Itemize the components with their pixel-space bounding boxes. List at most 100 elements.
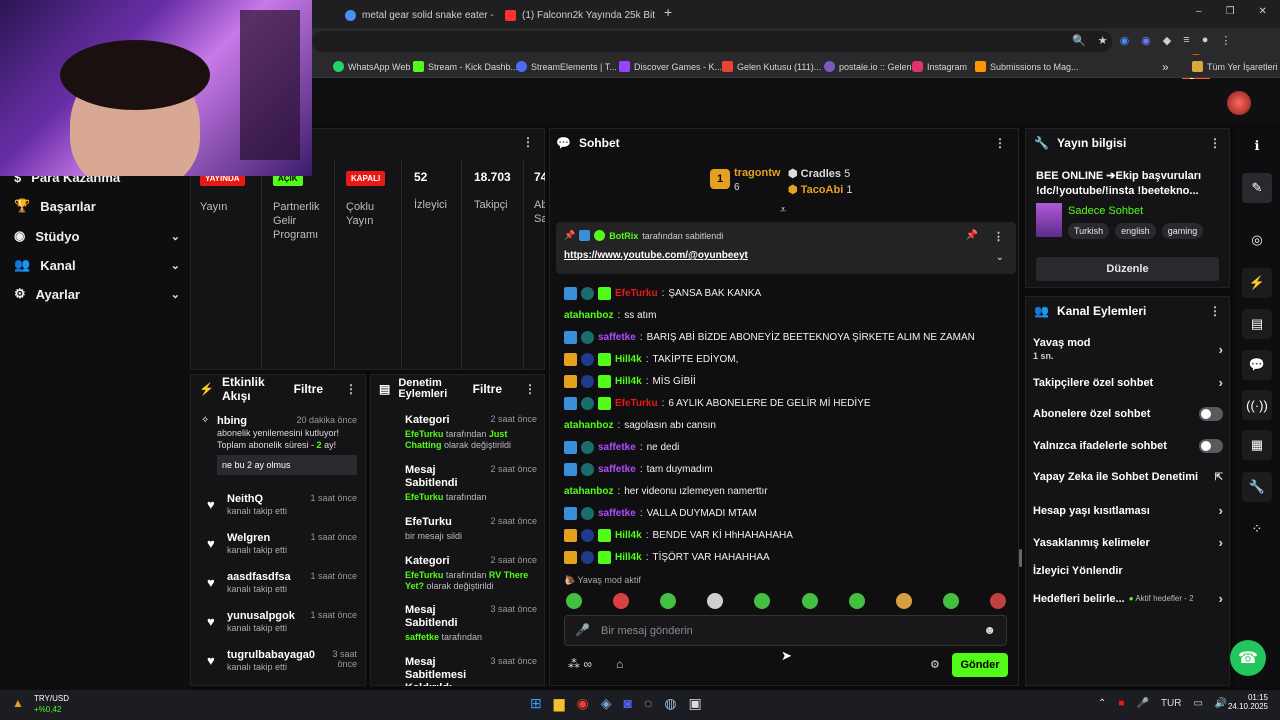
channel-action-item[interactable]: Takipçilere özel sohbet › — [1033, 375, 1223, 390]
apps-icon[interactable]: ⁘ — [1242, 514, 1272, 544]
chevron-up-icon[interactable]: ⌃ — [1098, 698, 1106, 709]
chevron-right-icon[interactable]: › — [1219, 342, 1223, 357]
chat-username[interactable]: Hill4k — [615, 376, 642, 387]
chat-username[interactable]: EfeTurku — [615, 398, 658, 409]
chevron-right-icon[interactable]: › — [1219, 591, 1223, 606]
emote-icon[interactable] — [707, 593, 724, 609]
sidebar-item-achievements[interactable]: 🏆 Başarılar — [14, 196, 180, 216]
extension-icon[interactable]: ◉ — [1120, 34, 1130, 47]
camera-icon[interactable]: ◎ — [1242, 225, 1272, 255]
panel-menu-icon[interactable]: ⋮ — [994, 136, 1006, 150]
avatar[interactable] — [1227, 91, 1251, 115]
wrench-icon[interactable]: 🔧 — [1242, 472, 1272, 502]
bookmark[interactable]: Stream - Kick Dashb... — [413, 58, 518, 75]
chrome-icon[interactable]: ◉ — [577, 695, 589, 712]
emote-icon[interactable] — [566, 593, 582, 609]
pencil-icon[interactable]: ✎ — [1242, 173, 1272, 203]
chat-settings-icon[interactable]: ⁂ ∞ — [568, 657, 592, 671]
address-input[interactable] — [312, 31, 1112, 52]
panel-menu-icon[interactable]: ⋮ — [1209, 136, 1221, 150]
chat-icon[interactable]: 💬 — [1242, 350, 1272, 380]
emote-icon[interactable] — [989, 593, 1006, 609]
bookmark[interactable]: Discover Games - K... — [619, 58, 722, 75]
notes-icon[interactable]: ▤ — [1242, 309, 1272, 339]
discord-icon[interactable]: ◙ — [624, 695, 632, 712]
emoji-icon[interactable]: ☻ — [983, 623, 996, 637]
category-name[interactable]: Sadece Sohbet — [1068, 205, 1143, 217]
chat-username[interactable]: atahanboz — [564, 486, 613, 497]
pinned-link[interactable]: https://www.youtube.com/@oyunbeeyt — [564, 250, 748, 261]
chat-username[interactable]: atahanboz — [564, 420, 613, 431]
channel-action-item[interactable]: Yasaklanmış kelimeler › — [1033, 535, 1223, 550]
panel-menu-icon[interactable]: ⋮ — [345, 382, 357, 396]
chevron-right-icon[interactable]: › — [1219, 535, 1223, 550]
bookmark[interactable]: Instagram — [912, 58, 967, 75]
clock[interactable]: 01:15 24.10.2025 — [1222, 693, 1268, 711]
leader-name[interactable]: tragontw — [734, 167, 780, 179]
minimize-button[interactable]: – — [1196, 6, 1202, 17]
external-link-icon[interactable]: ⇱ — [1215, 472, 1223, 483]
panel-menu-icon[interactable]: ⋮ — [522, 135, 534, 149]
channel-action-item[interactable]: Abonelere özel sohbet — [1033, 407, 1223, 421]
steam-icon[interactable]: ◍ — [664, 695, 676, 712]
panel-menu-icon[interactable]: ⋮ — [1209, 304, 1221, 318]
chat-username[interactable]: saffetke — [598, 464, 636, 475]
close-window-button[interactable]: ✕ — [1259, 6, 1267, 17]
panel-menu-icon[interactable]: ⋮ — [524, 383, 536, 395]
chat-input[interactable]: 🎤 Bir mesaj gönderin ☻ — [564, 615, 1007, 646]
emote-icon[interactable] — [895, 593, 912, 609]
gear-icon[interactable]: ⚙ — [930, 658, 940, 671]
microphone-icon[interactable]: 🎤 — [1136, 698, 1148, 709]
leader-name[interactable]: ⬢ TacoAbi 1 — [788, 183, 852, 196]
emote-icon[interactable] — [848, 593, 865, 609]
emote-icon[interactable] — [660, 593, 677, 609]
chevron-down-icon[interactable]: ⌄ — [996, 252, 1004, 263]
channel-action-item[interactable]: Yapay Zeka ile Sohbet Denetimi ⇱ — [1033, 471, 1223, 483]
app-tray-icon[interactable]: ■ — [1118, 698, 1124, 709]
bookmark[interactable]: postale.io :: Gelen — [824, 58, 912, 75]
chat-username[interactable]: Hill4k — [615, 552, 642, 563]
emote-icon[interactable] — [801, 593, 818, 609]
support-icon[interactable]: ☎ — [1230, 640, 1266, 676]
star-icon[interactable]: ★ — [1098, 34, 1108, 47]
bookmark[interactable]: Gelen Kutusu (111)... — [722, 58, 821, 75]
maximize-button[interactable]: ❐ — [1226, 6, 1235, 17]
send-button[interactable]: Gönder — [952, 653, 1008, 677]
extension-icon[interactable]: ◆ — [1163, 34, 1171, 47]
chat-username[interactable]: saffetke — [598, 332, 636, 343]
bookmark[interactable]: StreamElements | T... — [516, 58, 617, 75]
tag[interactable]: gaming — [1161, 223, 1204, 239]
chevron-down-icon[interactable]: ⌄ — [171, 259, 180, 272]
browser-tab[interactable]: metal gear solid snake eater - G ✕ — [345, 4, 495, 26]
store-icon[interactable]: ⌂ — [616, 657, 623, 671]
chevron-down-icon[interactable]: ⌄ — [171, 288, 180, 301]
broadcast-icon[interactable]: ((·)) — [1242, 390, 1272, 420]
app-icon[interactable]: ▣ — [689, 695, 702, 712]
bolt-icon[interactable]: ⚡ — [1242, 268, 1272, 298]
pinned-menu-icon[interactable]: ⋮ — [993, 230, 1004, 243]
channel-action-item[interactable]: Yavaş mod 1 sn. › — [1033, 337, 1223, 361]
channel-action-item[interactable]: Yalnızca ifadelerle sohbet — [1033, 439, 1223, 453]
monitor-icon[interactable]: ▭ — [1193, 698, 1202, 709]
more-icon[interactable]: ⋮ — [1220, 34, 1231, 47]
new-tab-button[interactable]: + — [664, 4, 672, 20]
chevron-right-icon[interactable]: › — [1219, 375, 1223, 390]
leader-name[interactable]: ⬢ Cradles 5 — [788, 167, 850, 180]
tag[interactable]: english — [1115, 223, 1156, 239]
sidebar-item-studio[interactable]: ◉ Stüdyo ⌄ — [14, 226, 180, 246]
app-icon[interactable]: ◈ — [601, 695, 612, 712]
chat-username[interactable]: EfeTurku — [615, 288, 658, 299]
profile-icon[interactable]: ● — [1202, 34, 1209, 47]
chat-username[interactable]: atahanboz — [564, 310, 613, 321]
chat-username[interactable]: saffetke — [598, 508, 636, 519]
toggle-switch[interactable] — [1199, 407, 1223, 421]
collapse-icon[interactable]: ⩡ — [780, 204, 786, 217]
moderation-icon[interactable]: ▦ — [1242, 430, 1272, 460]
windows-start-icon[interactable]: ⊞ — [530, 695, 542, 712]
sidebar-item-channel[interactable]: 👥 Kanal ⌄ — [14, 255, 180, 275]
folder-icon[interactable]: ▆ — [554, 695, 565, 712]
tag[interactable]: Turkish — [1068, 223, 1110, 239]
edit-button[interactable]: Düzenle — [1036, 257, 1219, 281]
pin-icon[interactable]: 📌 — [966, 230, 978, 241]
all-bookmarks-button[interactable]: Tüm Yer İşaretleri — [1192, 58, 1278, 75]
